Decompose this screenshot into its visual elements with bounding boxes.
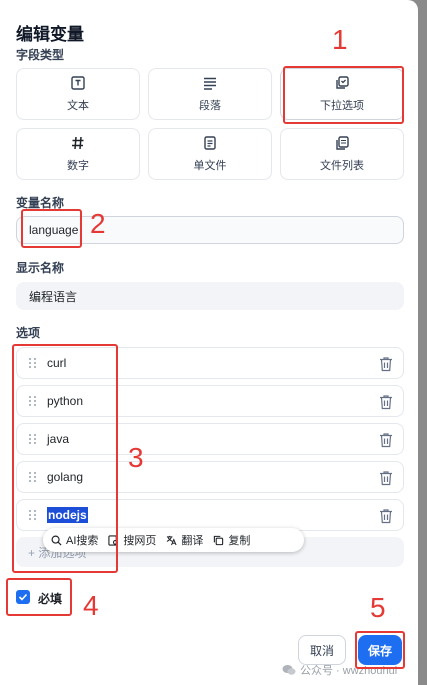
annotation-number-2: 2: [90, 208, 106, 239]
type-option-label: 单文件: [193, 160, 227, 172]
type-option-label: 文本: [67, 100, 89, 112]
type-option-single-file[interactable]: 单文件: [148, 128, 272, 180]
trash-icon[interactable]: [379, 356, 393, 372]
trash-icon[interactable]: [379, 470, 393, 486]
paragraph-icon: [202, 75, 218, 91]
options-label: 选项: [16, 326, 41, 340]
type-option-label: 段落: [199, 100, 221, 112]
hash-icon: [70, 135, 86, 151]
copy-button[interactable]: 复制: [213, 532, 250, 548]
display-name-label: 显示名称: [16, 261, 65, 275]
type-option-label: 文件列表: [320, 160, 364, 172]
annotation-box-4: [6, 578, 72, 616]
trash-icon[interactable]: [379, 508, 393, 524]
annotation-box-1: [283, 66, 404, 124]
copy-label: 复制: [228, 535, 251, 547]
text-box-icon: [70, 75, 86, 91]
file-list-icon: [334, 135, 350, 151]
trash-icon[interactable]: [379, 394, 393, 410]
type-option-label: 数字: [67, 160, 89, 172]
type-option-file-list[interactable]: 文件列表: [280, 128, 404, 180]
annotation-number-3: 3: [128, 442, 144, 473]
translate-button[interactable]: 翻译: [166, 532, 203, 548]
wechat-icon: [282, 665, 296, 675]
annotation-number-5: 5: [370, 592, 386, 623]
annotation-number-4: 4: [83, 590, 99, 621]
trash-icon[interactable]: [379, 432, 393, 448]
field-type-label: 字段类型: [16, 48, 65, 62]
type-option-paragraph[interactable]: 段落: [148, 68, 272, 120]
annotation-box-3: [12, 344, 118, 573]
translate-icon: [167, 535, 177, 545]
annotation-box-5: [355, 631, 405, 669]
dialog-title: 编辑变量: [16, 25, 84, 44]
file-icon: [202, 135, 218, 151]
annotation-number-1: 1: [332, 24, 348, 55]
annotation-box-2: [21, 209, 82, 248]
cancel-button[interactable]: 取消: [298, 635, 346, 665]
display-name-input[interactable]: 编程语言: [16, 282, 404, 310]
copy-icon: [214, 535, 224, 545]
type-option-text[interactable]: 文本: [16, 68, 140, 120]
web-search-label: 搜网页: [123, 535, 157, 547]
type-option-number[interactable]: 数字: [16, 128, 140, 180]
translate-label: 翻译: [181, 535, 204, 547]
